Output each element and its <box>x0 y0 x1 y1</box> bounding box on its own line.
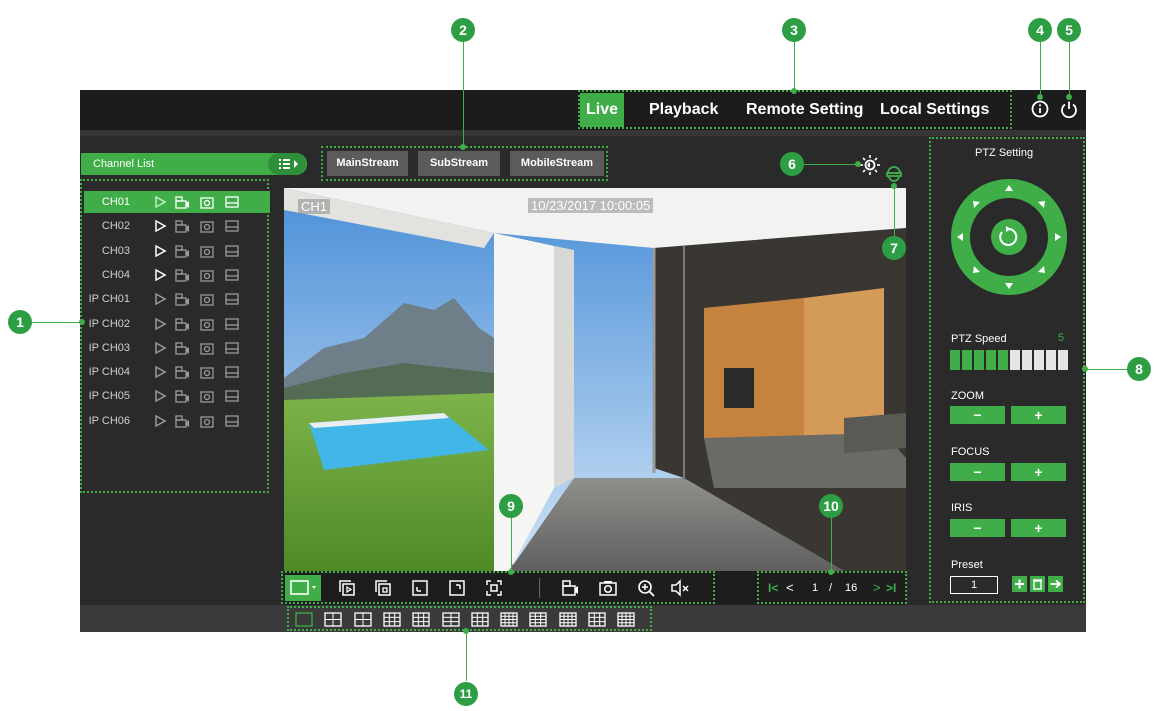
connector-4 <box>1040 40 1041 98</box>
connector-dot-6 <box>855 161 861 167</box>
connector-5 <box>1069 40 1070 98</box>
connector-dot-2 <box>460 144 466 150</box>
highlight-ptz-panel <box>929 137 1085 603</box>
highlight-streams <box>321 146 608 181</box>
highlight-menu <box>578 90 1012 129</box>
highlight-toolbar <box>281 571 715 604</box>
callout-8: 8 <box>1127 357 1151 381</box>
connector-dot-1 <box>79 319 85 325</box>
callout-6: 6 <box>780 152 804 176</box>
osd-channel-label: CH1 <box>298 199 331 214</box>
connector-dot-7 <box>891 183 897 189</box>
callout-7: 7 <box>882 236 906 260</box>
highlight-layouts <box>287 606 652 631</box>
connector-dot-3 <box>791 88 797 94</box>
connector-dot-4 <box>1037 94 1043 100</box>
info-icon[interactable] <box>1029 98 1051 120</box>
callout-3: 3 <box>782 18 806 42</box>
connector-6 <box>804 164 858 165</box>
highlight-channel-list <box>80 179 269 493</box>
list-toggle-icon <box>279 159 298 169</box>
live-camera-image <box>284 188 906 571</box>
callout-1: 1 <box>8 310 32 334</box>
callout-2: 2 <box>451 18 475 42</box>
callout-4: 4 <box>1028 18 1052 42</box>
highlight-pager <box>757 571 907 604</box>
connector-dot-8 <box>1082 366 1088 372</box>
connector-dot-5 <box>1066 94 1072 100</box>
connector-7 <box>894 186 895 238</box>
connector-dot-10 <box>828 569 834 575</box>
connector-2 <box>463 40 464 148</box>
callout-10: 10 <box>819 494 843 518</box>
toolbar-strip <box>80 130 1086 136</box>
connector-dot-11 <box>463 628 469 634</box>
callout-5: 5 <box>1057 18 1081 42</box>
ptz-dome-camera-icon[interactable] <box>884 164 904 184</box>
callout-9: 9 <box>499 494 523 518</box>
image-adjust-icon[interactable] <box>858 153 882 177</box>
osd-timestamp: 10/23/2017 10:00:05 <box>528 198 654 213</box>
live-video-view[interactable]: CH1 10/23/2017 10:00:05 <box>284 188 906 571</box>
connector-11 <box>466 631 467 681</box>
connector-3 <box>794 40 795 92</box>
connector-dot-9 <box>508 569 514 575</box>
power-icon[interactable] <box>1058 98 1080 120</box>
channel-list-toggle-button[interactable] <box>268 153 306 175</box>
callout-11: 11 <box>454 682 478 706</box>
